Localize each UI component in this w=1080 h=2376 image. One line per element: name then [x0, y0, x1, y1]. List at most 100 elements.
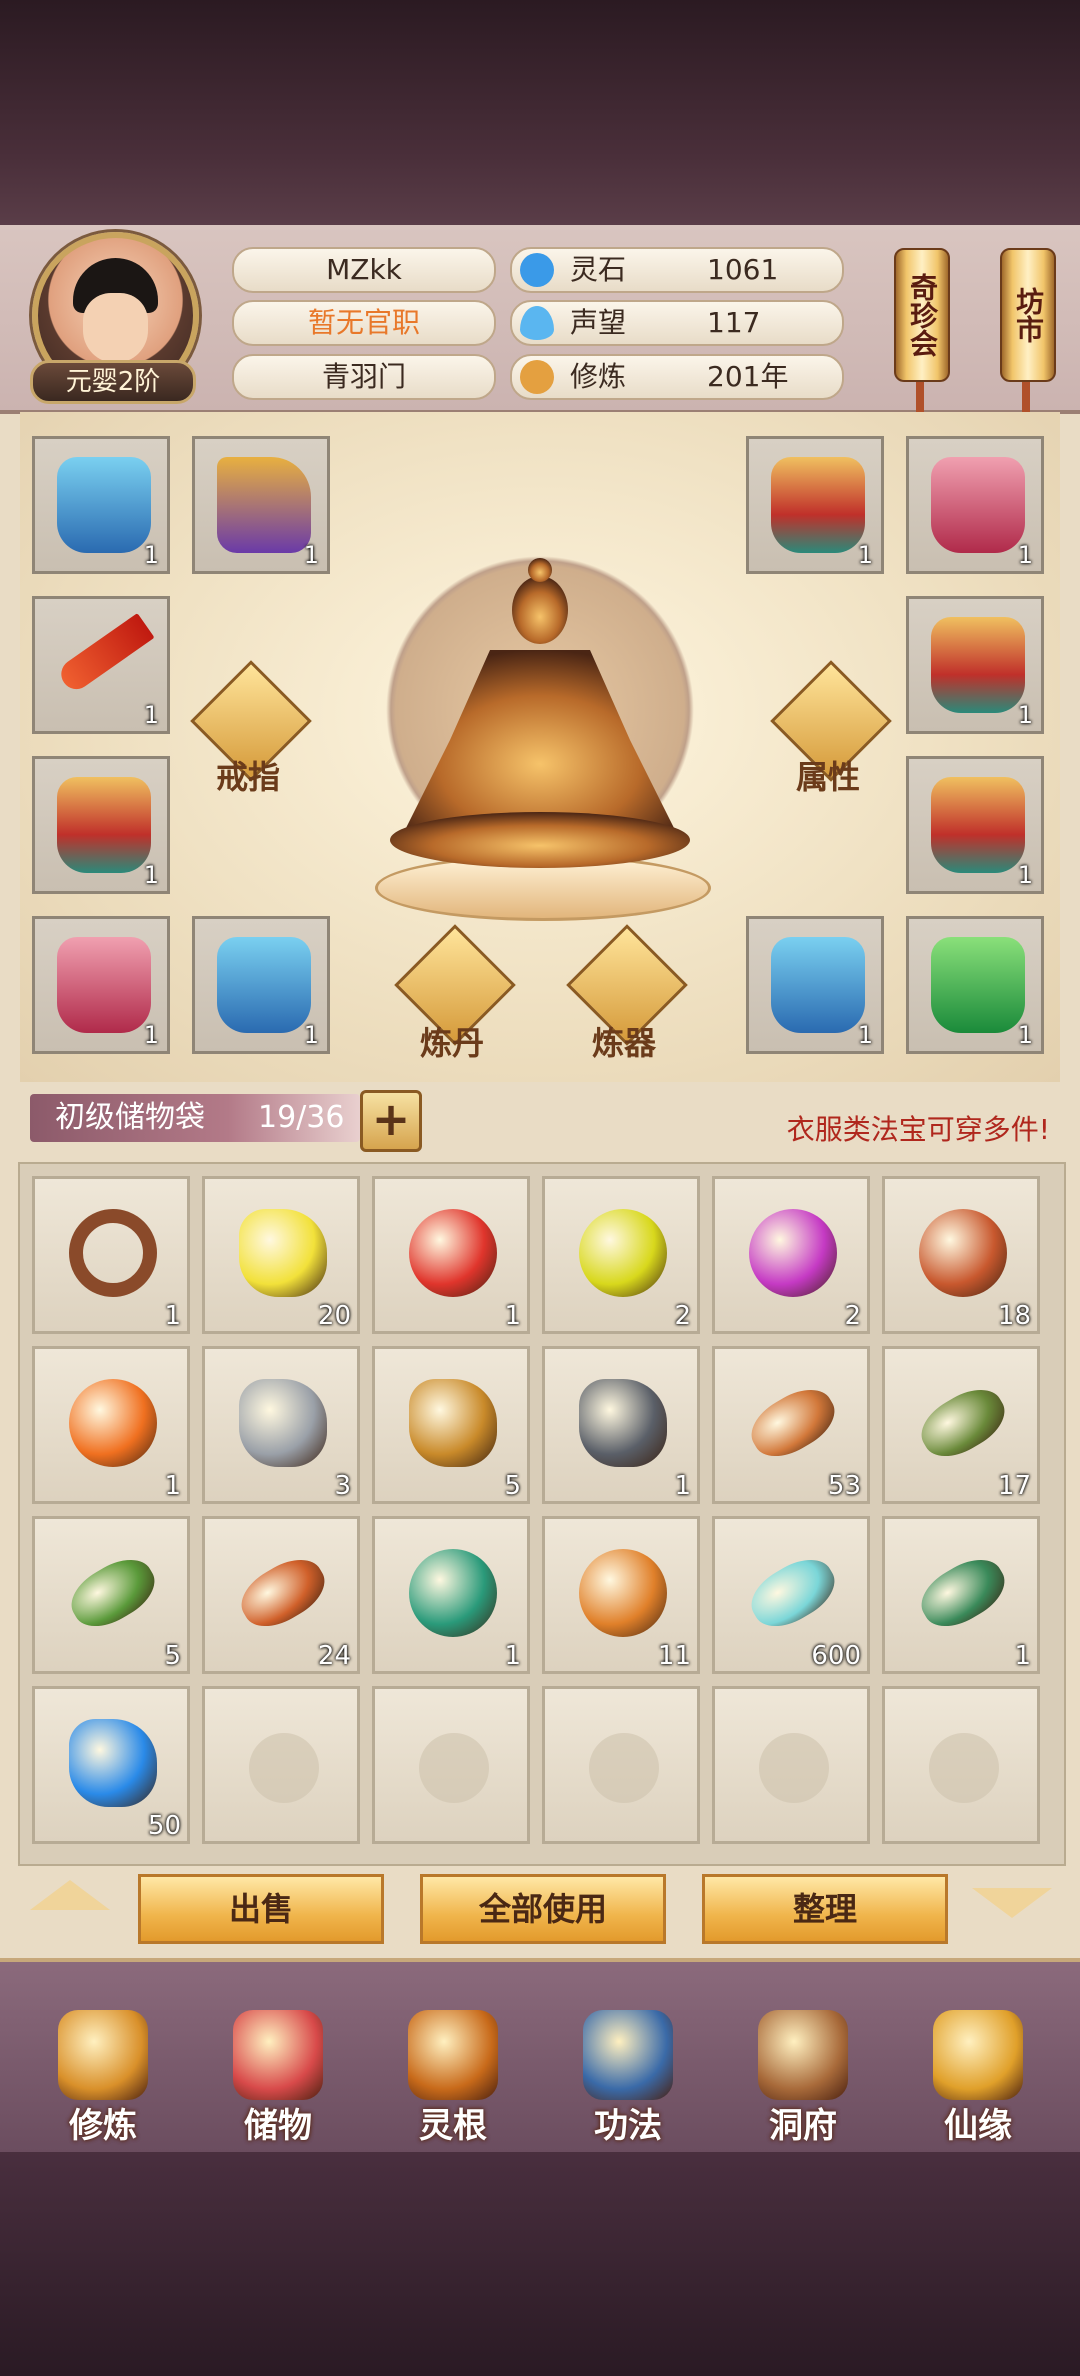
item-count: 1 [674, 1471, 691, 1501]
equip-slot[interactable]: 1 [192, 916, 330, 1054]
dagger-icon [55, 613, 155, 695]
bag-slot[interactable]: 20 [202, 1176, 360, 1334]
empty-slot-icon [249, 1733, 319, 1803]
official-title: 暂无官职 [232, 300, 496, 346]
fortune-gourd-icon [933, 2010, 1023, 2100]
ring-icon [69, 1209, 157, 1297]
sell-button[interactable]: 出售 [138, 1874, 384, 1944]
spirit-stone-icon [520, 253, 554, 287]
bag-slot[interactable]: 3 [202, 1346, 360, 1504]
item-count: 1 [143, 541, 159, 569]
herb-root-icon [911, 1378, 1015, 1468]
gold-armor-icon [57, 777, 151, 873]
equip-slot[interactable]: 1 [192, 436, 330, 574]
bag-slot[interactable] [712, 1686, 870, 1844]
bag-capacity: 19/36 [258, 1100, 345, 1135]
item-count: 600 [811, 1641, 861, 1671]
item-count: 1 [164, 1471, 181, 1501]
equip-slot[interactable]: 1 [746, 916, 884, 1054]
equip-slot[interactable]: 1 [32, 756, 170, 894]
equip-slot[interactable]: 1 [906, 756, 1044, 894]
item-count: 1 [303, 541, 319, 569]
spirit-root-icon [408, 2010, 498, 2100]
equip-slot[interactable]: 1 [906, 436, 1044, 574]
blue-armor-icon [771, 937, 865, 1033]
item-count: 11 [657, 1641, 691, 1671]
bag-slot[interactable]: 11 [542, 1516, 700, 1674]
bag-slot[interactable] [882, 1686, 1040, 1844]
empty-slot-icon [759, 1733, 829, 1803]
nav-label: 功法 [594, 2106, 662, 2146]
flying-sword-icon [911, 1548, 1015, 1638]
bag-slot[interactable]: 17 [882, 1346, 1040, 1504]
item-count: 1 [143, 701, 159, 729]
avatar-face [83, 293, 148, 363]
bag-slot[interactable]: 24 [202, 1516, 360, 1674]
bag-slot[interactable]: 5 [372, 1346, 530, 1504]
bag-slot[interactable]: 1 [372, 1516, 530, 1674]
yellow-orb-icon [579, 1209, 667, 1297]
bag-slot[interactable]: 1 [32, 1346, 190, 1504]
bag-slot[interactable] [202, 1686, 360, 1844]
nav-item-1[interactable]: 储物 [203, 1990, 353, 2160]
bag-slot[interactable] [542, 1686, 700, 1844]
nav-item-4[interactable]: 洞府 [728, 1990, 878, 2160]
flower-herb-icon [61, 1548, 165, 1638]
item-count: 1 [504, 1301, 521, 1331]
item-count: 17 [997, 1471, 1031, 1501]
use-all-button[interactable]: 全部使用 [420, 1874, 666, 1944]
blue-armor-icon [57, 457, 151, 553]
scroll-up-arrow[interactable] [30, 1880, 110, 1910]
bag-slot[interactable]: 600 [712, 1516, 870, 1674]
nav-item-2[interactable]: 灵根 [378, 1990, 528, 2160]
item-count: 3 [334, 1471, 351, 1501]
meditation-icon [520, 360, 554, 394]
expand-bag-button[interactable]: + [360, 1090, 422, 1152]
equip-slot[interactable]: 1 [32, 436, 170, 574]
green-armor-icon [931, 937, 1025, 1033]
bag-slot[interactable]: 1 [542, 1346, 700, 1504]
bag-slot[interactable]: 2 [712, 1176, 870, 1334]
bag-slot[interactable]: 5 [32, 1516, 190, 1674]
item-count: 2 [844, 1301, 861, 1331]
bag-name: 初级储物袋 [55, 1100, 205, 1135]
orange-orb-icon [69, 1379, 157, 1467]
treasure-fair-button[interactable]: 奇珍会 [894, 248, 950, 382]
bronze-orb-icon [919, 1209, 1007, 1297]
storage-bag-icon [233, 2010, 323, 2100]
equip-slot[interactable]: 1 [906, 916, 1044, 1054]
iron-ore-icon [579, 1379, 667, 1467]
scroll-down-arrow[interactable] [972, 1888, 1052, 1918]
equip-slot[interactable]: 1 [906, 596, 1044, 734]
bag-slot[interactable]: 1 [32, 1176, 190, 1334]
bag-slot[interactable]: 18 [882, 1176, 1040, 1334]
green-gourd-icon [409, 1549, 497, 1637]
organize-button[interactable]: 整理 [702, 1874, 948, 1944]
nav-item-0[interactable]: 修炼 [28, 1990, 178, 2160]
empty-slot-icon [929, 1733, 999, 1803]
nav-item-3[interactable]: 功法 [553, 1990, 703, 2160]
equip-slot[interactable]: 1 [746, 436, 884, 574]
silver-ore-icon [239, 1379, 327, 1467]
bag-slot[interactable]: 1 [372, 1176, 530, 1334]
red-orb-icon [409, 1209, 497, 1297]
bag-slot[interactable] [372, 1686, 530, 1844]
reputation-value: 117 [707, 306, 761, 339]
realm-badge: 元婴2阶 [30, 360, 196, 404]
item-count: 1 [857, 541, 873, 569]
item-count: 53 [827, 1471, 861, 1501]
item-count: 5 [504, 1471, 521, 1501]
bag-slot[interactable]: 2 [542, 1176, 700, 1334]
item-count: 1 [857, 1021, 873, 1049]
blue-crystal-icon [69, 1719, 157, 1807]
item-count: 1 [504, 1641, 521, 1671]
equip-slot[interactable]: 1 [32, 916, 170, 1054]
equip-slot[interactable]: 1 [32, 596, 170, 734]
item-count: 2 [674, 1301, 691, 1331]
nav-item-5[interactable]: 仙缘 [903, 1990, 1053, 2160]
bag-slot[interactable]: 1 [882, 1516, 1040, 1674]
bag-slot[interactable]: 50 [32, 1686, 190, 1844]
bag-slot[interactable]: 53 [712, 1346, 870, 1504]
boots-icon [217, 457, 311, 553]
market-button[interactable]: 坊市 [1000, 248, 1056, 382]
